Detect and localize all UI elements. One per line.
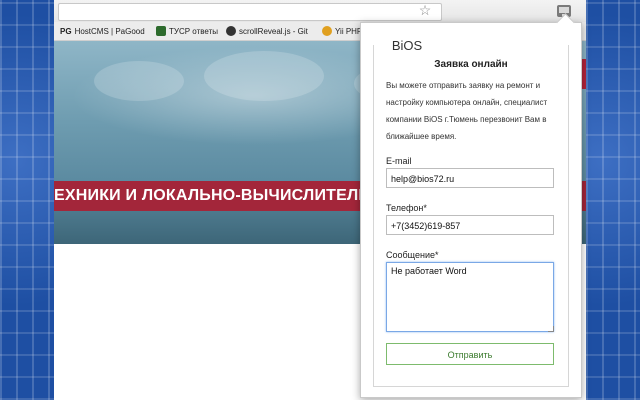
hero-decoration (94, 61, 184, 101)
url-field[interactable] (58, 3, 442, 21)
phone-field[interactable]: +7(3452)619-857 (386, 215, 554, 235)
message-textarea[interactable]: Не работает Word (386, 262, 554, 332)
bios-logo: BiOS (387, 35, 427, 55)
bookmark-label: Yii PHP (335, 26, 363, 36)
email-label: E-mail (386, 156, 412, 166)
circuit-background-left (0, 0, 54, 400)
svg-text:BiOS: BiOS (392, 38, 423, 53)
extension-popup: BiOS Заявка онлайн Вы можете отправить з… (360, 13, 582, 398)
yii-icon (322, 26, 332, 36)
bookmark-item[interactable]: ТУСР ответы (156, 25, 218, 37)
popup-description: Вы можете отправить заявку на ремонт и н… (386, 81, 548, 141)
popup-title: Заявка онлайн (434, 59, 508, 70)
github-icon (226, 26, 236, 36)
bookmark-prefix: PG (60, 26, 72, 36)
bookmark-item[interactable]: scrollReveal.js - Git (226, 25, 308, 37)
hero-decoration (204, 51, 324, 101)
address-bar: ☆ (54, 0, 586, 23)
hero-accent (582, 59, 586, 89)
terminal-icon (156, 26, 166, 36)
phone-label: Телефон* (386, 203, 427, 213)
message-label: Сообщение* (386, 250, 439, 260)
submit-button[interactable]: Отправить (386, 343, 554, 365)
email-field[interactable]: help@bios72.ru (386, 168, 554, 188)
circuit-background-right (586, 0, 640, 400)
bookmark-item[interactable]: Yii PHP (322, 25, 362, 37)
bookmark-label: scrollReveal.js - Git (239, 26, 308, 36)
bookmark-item[interactable]: PG HostCMS | PaGood (60, 25, 145, 37)
star-icon[interactable]: ☆ (418, 3, 432, 17)
bookmark-label: ТУСР ответы (169, 26, 218, 36)
bookmark-label: HostCMS | PaGood (74, 26, 145, 36)
textarea-resize-handle[interactable] (548, 326, 554, 332)
hero-banner-text: ЕХНИКИ И ЛОКАЛЬНО-ВЫЧИСЛИТЕЛЬН (54, 187, 382, 204)
